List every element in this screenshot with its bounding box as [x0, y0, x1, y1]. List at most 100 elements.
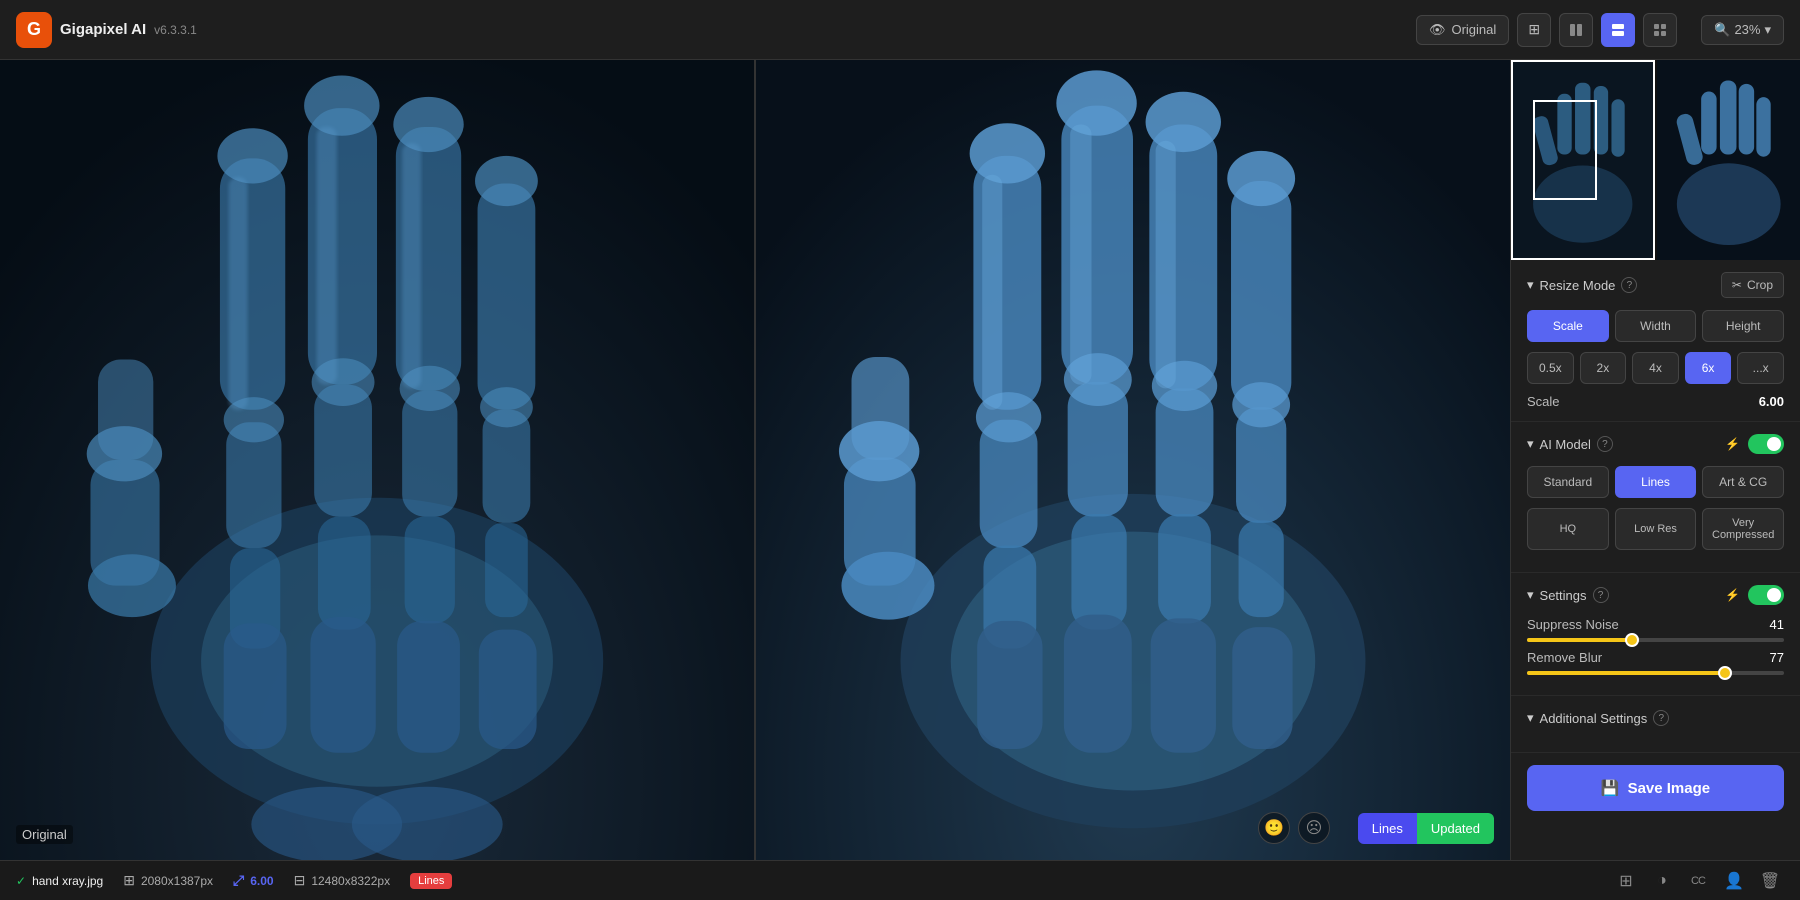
zoom-control[interactable]: 🔍 23% ▾	[1701, 15, 1784, 45]
scale-6x-button[interactable]: 6x	[1685, 352, 1732, 384]
zoom-chevron-icon: ▾	[1764, 22, 1771, 38]
view-controls: 👁 Original ⊞	[1416, 13, 1784, 47]
split-horiz-button[interactable]	[1601, 13, 1635, 47]
scale-0-5x-button[interactable]: 0.5x	[1527, 352, 1574, 384]
resize-mode-label: Resize Mode	[1540, 278, 1616, 293]
cc-button[interactable]: CC	[1684, 867, 1712, 895]
single-view-icon: ⊞	[1528, 21, 1540, 38]
save-icon: 💾	[1601, 779, 1620, 797]
suppress-noise-row: Suppress Noise 41	[1527, 617, 1784, 642]
remove-blur-thumb[interactable]	[1718, 666, 1732, 680]
resize-mode-actions: ✂ Crop	[1721, 272, 1784, 298]
settings-toggle[interactable]	[1748, 585, 1784, 605]
thumbnail-area	[1511, 60, 1800, 260]
scale-4x-button[interactable]: 4x	[1632, 352, 1679, 384]
remove-blur-row: Remove Blur 77	[1527, 650, 1784, 675]
additional-settings-help[interactable]: ?	[1653, 710, 1669, 726]
resize-mode-help[interactable]: ?	[1621, 277, 1637, 293]
filename-item: ✓ hand xray.jpg	[16, 874, 103, 888]
split-vert-button[interactable]	[1559, 13, 1593, 47]
scale-label: Scale	[1527, 394, 1560, 409]
header: G Gigapixel AI v6.3.3.1 👁 Original ⊞	[0, 0, 1800, 60]
image-container: Original	[0, 60, 1510, 860]
scale-status: 6.00	[250, 874, 273, 888]
crop-button[interactable]: ✂ Crop	[1721, 272, 1784, 298]
brightness-button[interactable]: ◑	[1648, 867, 1676, 895]
filename: hand xray.jpg	[32, 874, 103, 888]
cc-icon: CC	[1691, 875, 1705, 887]
scale-preset-buttons: 0.5x 2x 4x 6x ...x	[1527, 352, 1784, 384]
suppress-noise-track[interactable]	[1527, 638, 1784, 642]
status-actions: ⊞ ◑ CC 👤 🗑	[1612, 867, 1784, 895]
model-status-badge: Lines	[410, 873, 452, 889]
additional-chevron-icon: ▾	[1527, 710, 1534, 726]
remove-blur-fill	[1527, 671, 1725, 675]
additional-settings-label: Additional Settings	[1540, 711, 1648, 726]
original-view-label: Original	[1451, 22, 1496, 37]
suppress-noise-label: Suppress Noise	[1527, 617, 1619, 632]
thumbnail-selected[interactable]	[1511, 60, 1655, 260]
resize-mode-header: ▾ Resize Mode ? ✂ Crop	[1527, 272, 1784, 298]
delete-button[interactable]: 🗑	[1756, 867, 1784, 895]
settings-toggle-area: ⚡	[1725, 585, 1784, 605]
person-icon: 👤	[1724, 871, 1744, 891]
resize-mode-title: ▾ Resize Mode ?	[1527, 277, 1637, 293]
settings-help[interactable]: ?	[1593, 587, 1609, 603]
art-cg-model-button[interactable]: Art & CG	[1702, 466, 1784, 498]
resize-mode-chevron-icon: ▾	[1527, 277, 1534, 293]
additional-settings-title: ▾ Additional Settings ?	[1527, 710, 1669, 726]
ai-model-chevron-icon: ▾	[1527, 436, 1534, 452]
check-icon: ✓	[16, 874, 26, 888]
width-mode-button[interactable]: Width	[1615, 310, 1697, 342]
scale-custom-button[interactable]: ...x	[1737, 352, 1784, 384]
original-image-panel: Original	[0, 60, 754, 860]
settings-lightning-icon: ⚡	[1725, 588, 1740, 602]
scale-item: ⤢ 6.00	[233, 872, 274, 889]
person-button[interactable]: 👤	[1720, 867, 1748, 895]
suppress-noise-value: 41	[1770, 617, 1784, 632]
eye-icon: 👁	[1429, 22, 1446, 38]
save-image-button[interactable]: 💾 Save Image	[1527, 765, 1784, 811]
lines-model-button[interactable]: Lines	[1615, 466, 1697, 498]
remove-blur-track[interactable]	[1527, 671, 1784, 675]
happy-reaction-button[interactable]: 🙂	[1258, 812, 1290, 844]
zoom-icon: 🔍	[1714, 22, 1730, 38]
very-compressed-quality-button[interactable]: Very Compressed	[1702, 508, 1784, 550]
output-size-item: ⊟ 12480x8322px	[294, 872, 390, 889]
settings-label: Settings	[1540, 588, 1587, 603]
output-size-icon: ⊟	[294, 872, 306, 889]
zoom-value: 23%	[1734, 22, 1760, 37]
thumbnail-processed-svg	[1657, 60, 1800, 260]
scale-mode-button[interactable]: Scale	[1527, 310, 1609, 342]
split-horiz-icon	[1611, 23, 1625, 37]
layers-button[interactable]: ⊞	[1612, 867, 1640, 895]
ai-model-buttons: Standard Lines Art & CG	[1527, 466, 1784, 498]
scale-2x-button[interactable]: 2x	[1580, 352, 1627, 384]
sad-reaction-button[interactable]: ☹	[1298, 812, 1330, 844]
ai-status: Updated	[1417, 813, 1494, 844]
single-view-button[interactable]: ⊞	[1517, 13, 1551, 47]
grid-view-button[interactable]	[1643, 13, 1677, 47]
height-mode-button[interactable]: Height	[1702, 310, 1784, 342]
reaction-icons: 🙂 ☹	[1258, 812, 1330, 844]
settings-title: ▾ Settings ?	[1527, 587, 1609, 603]
input-size-icon: ⊞	[123, 872, 135, 889]
ai-model-help[interactable]: ?	[1597, 436, 1613, 452]
suppress-noise-thumb[interactable]	[1625, 633, 1639, 647]
app-logo: G	[16, 12, 52, 48]
hq-quality-button[interactable]: HQ	[1527, 508, 1609, 550]
standard-model-button[interactable]: Standard	[1527, 466, 1609, 498]
ai-model-toggle[interactable]	[1748, 434, 1784, 454]
original-view-button[interactable]: 👁 Original	[1416, 15, 1509, 45]
processed-image-panel: 🙂 ☹ Lines Updated	[756, 60, 1510, 860]
thumbnail-processed[interactable]	[1657, 60, 1800, 260]
input-size: 2080x1387px	[141, 874, 213, 888]
canvas-area[interactable]: Original	[0, 60, 1510, 860]
ai-model-title: ▾ AI Model ?	[1527, 436, 1613, 452]
ai-model-header: ▾ AI Model ? ⚡	[1527, 434, 1784, 454]
ai-model-badge: Lines Updated	[1358, 813, 1494, 844]
low-res-quality-button[interactable]: Low Res	[1615, 508, 1697, 550]
suppress-noise-label-row: Suppress Noise 41	[1527, 617, 1784, 632]
save-label: Save Image	[1628, 780, 1711, 797]
crop-icon: ✂	[1732, 278, 1742, 292]
